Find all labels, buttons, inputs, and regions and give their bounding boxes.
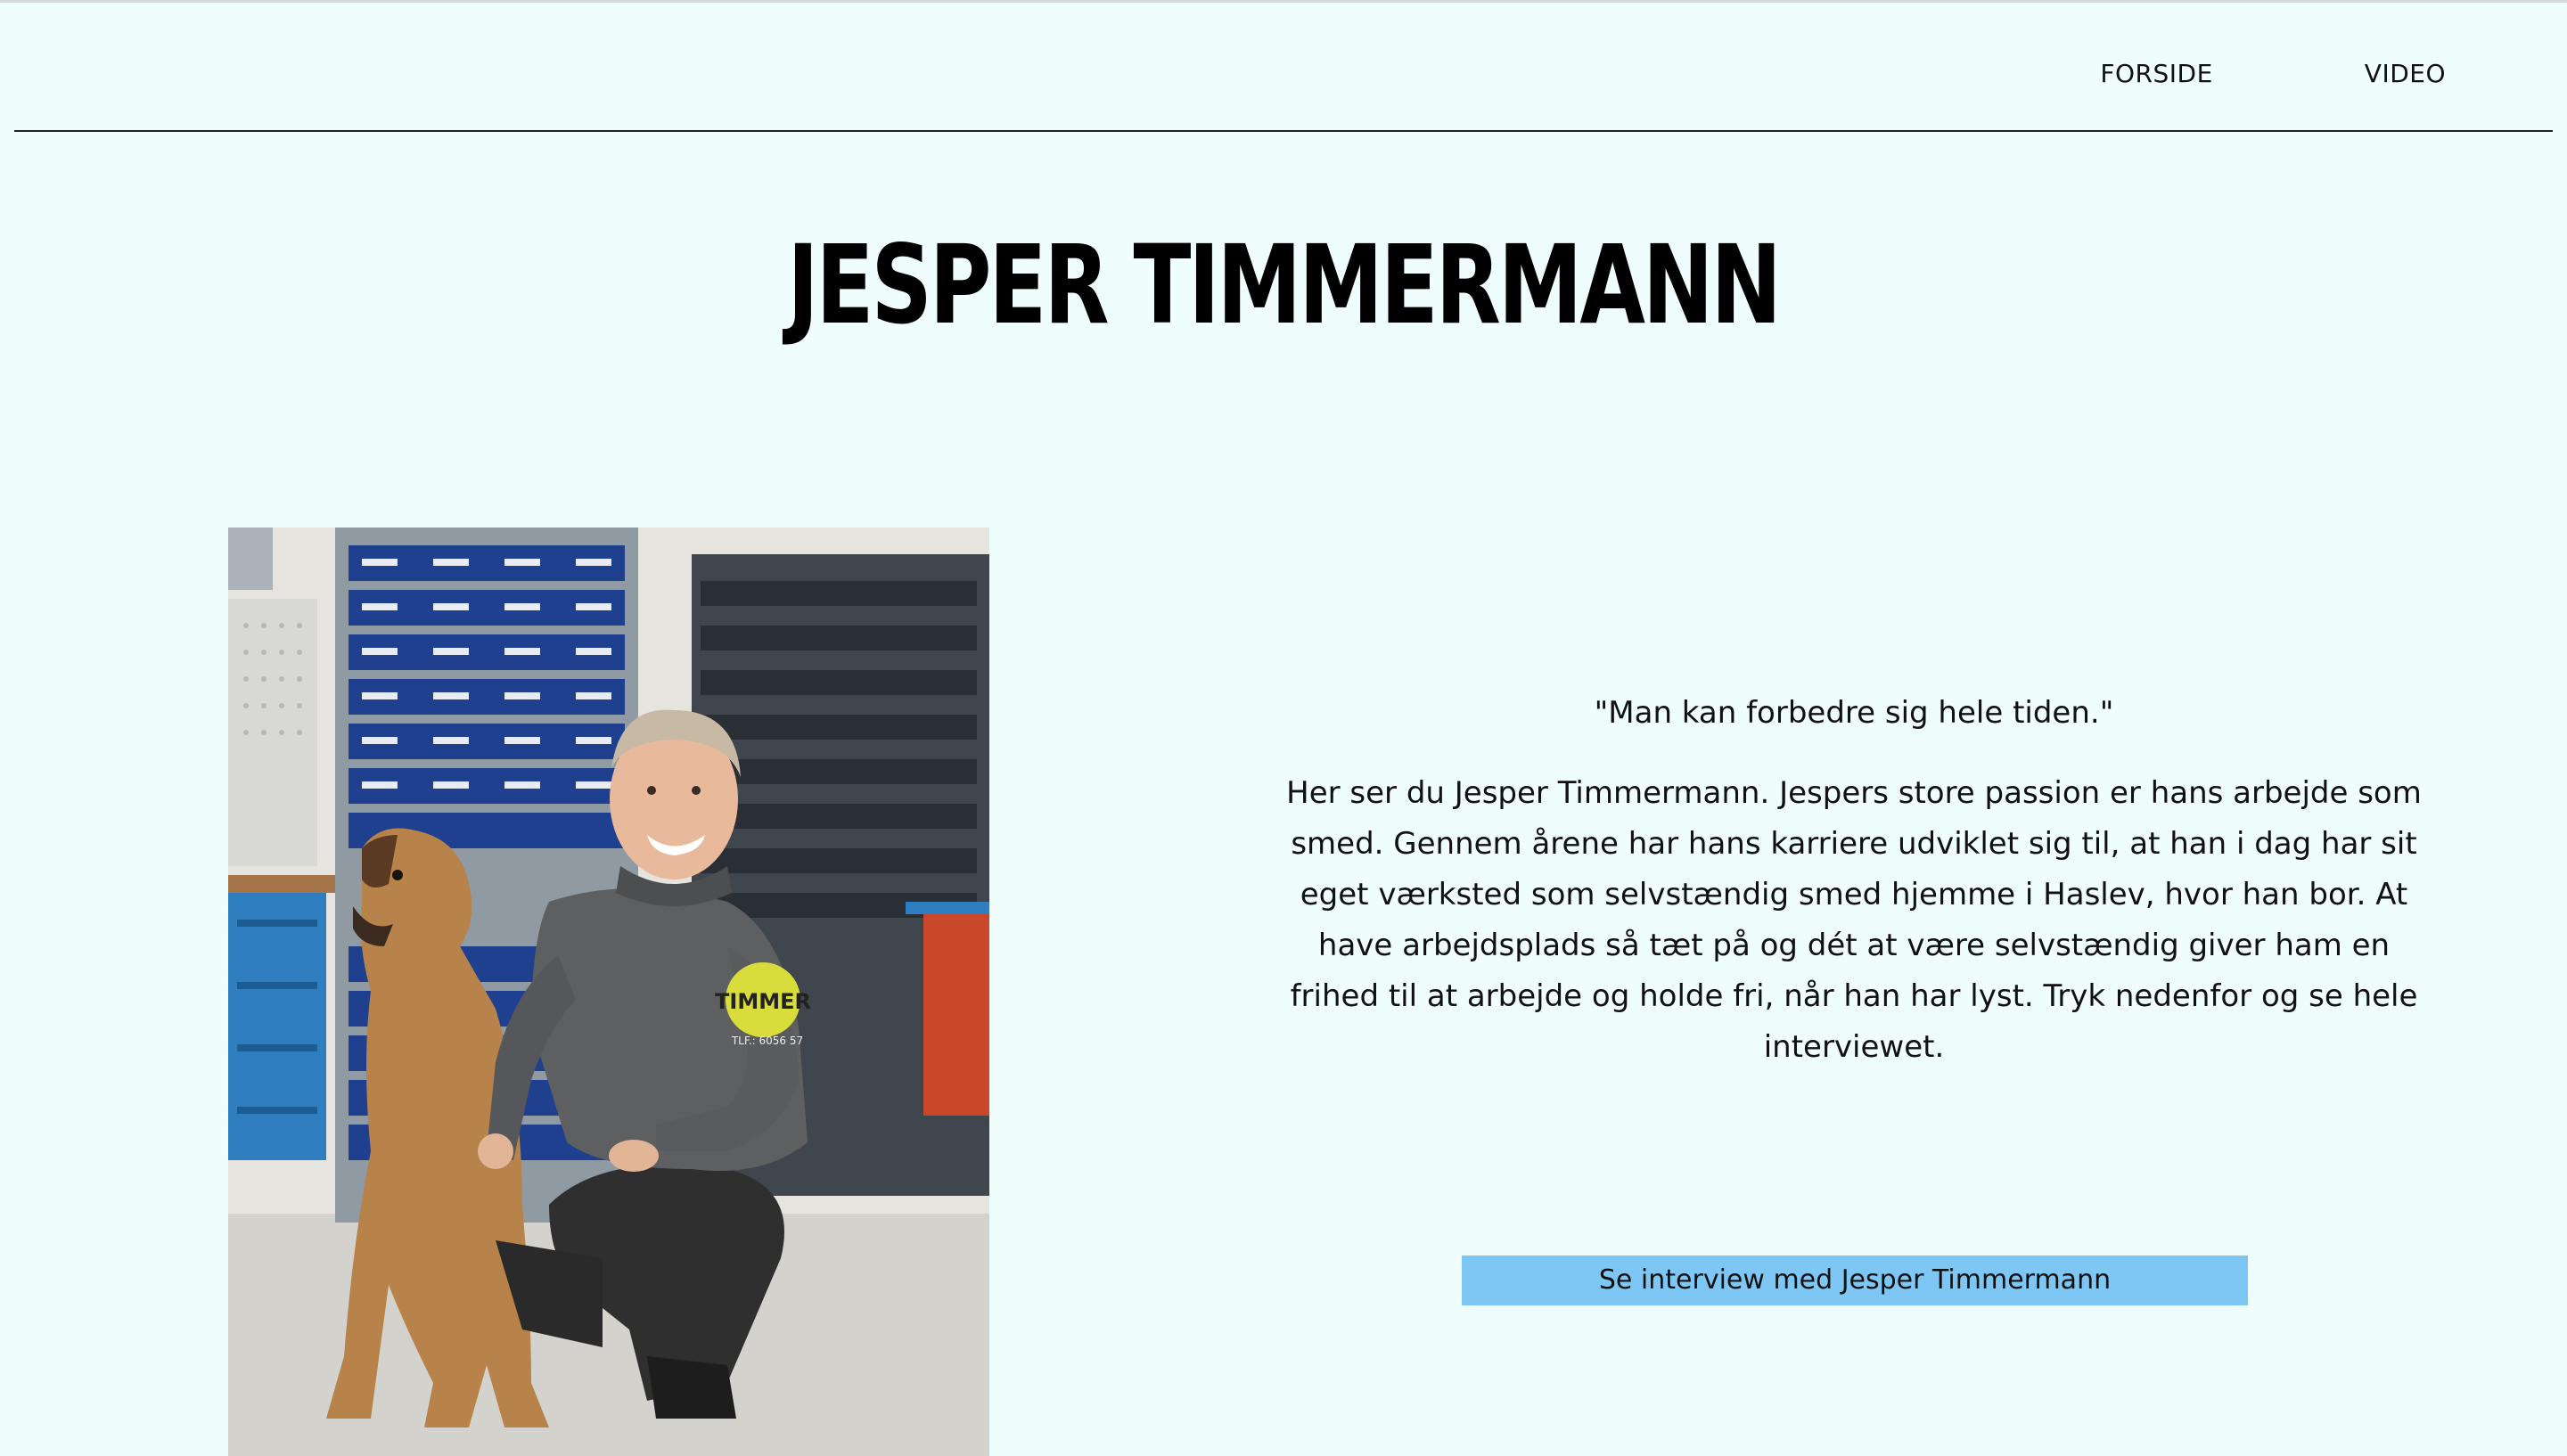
intro-section: "Man kan forbedre sig hele tiden." Her s… [1275,686,2433,1073]
badge-text: TIMMER [715,989,811,1014]
nav-item-video[interactable]: VIDEO [2365,59,2446,88]
main-nav: FORSIDE VIDEO [2100,59,2446,88]
nav-item-forside[interactable]: FORSIDE [2100,59,2212,88]
badge-subtext: TLF.: 6056 57 [731,1035,803,1047]
portrait-photo: TIMMER TLF.: 6056 57 [228,528,989,1456]
page-title: JESPER TIMMERMANN [787,222,1782,348]
header-divider [14,130,2553,132]
site-header: FORSIDE VIDEO [0,0,2567,134]
portrait-illustration: TIMMER TLF.: 6056 57 [228,528,989,1456]
see-interview-button[interactable]: Se interview med Jesper Timmermann [1462,1256,2248,1305]
intro-paragraph: Her ser du Jesper Timmermann. Jespers st… [1286,775,2422,1065]
quote-text: "Man kan forbedre sig hele tiden." [1594,695,2114,731]
